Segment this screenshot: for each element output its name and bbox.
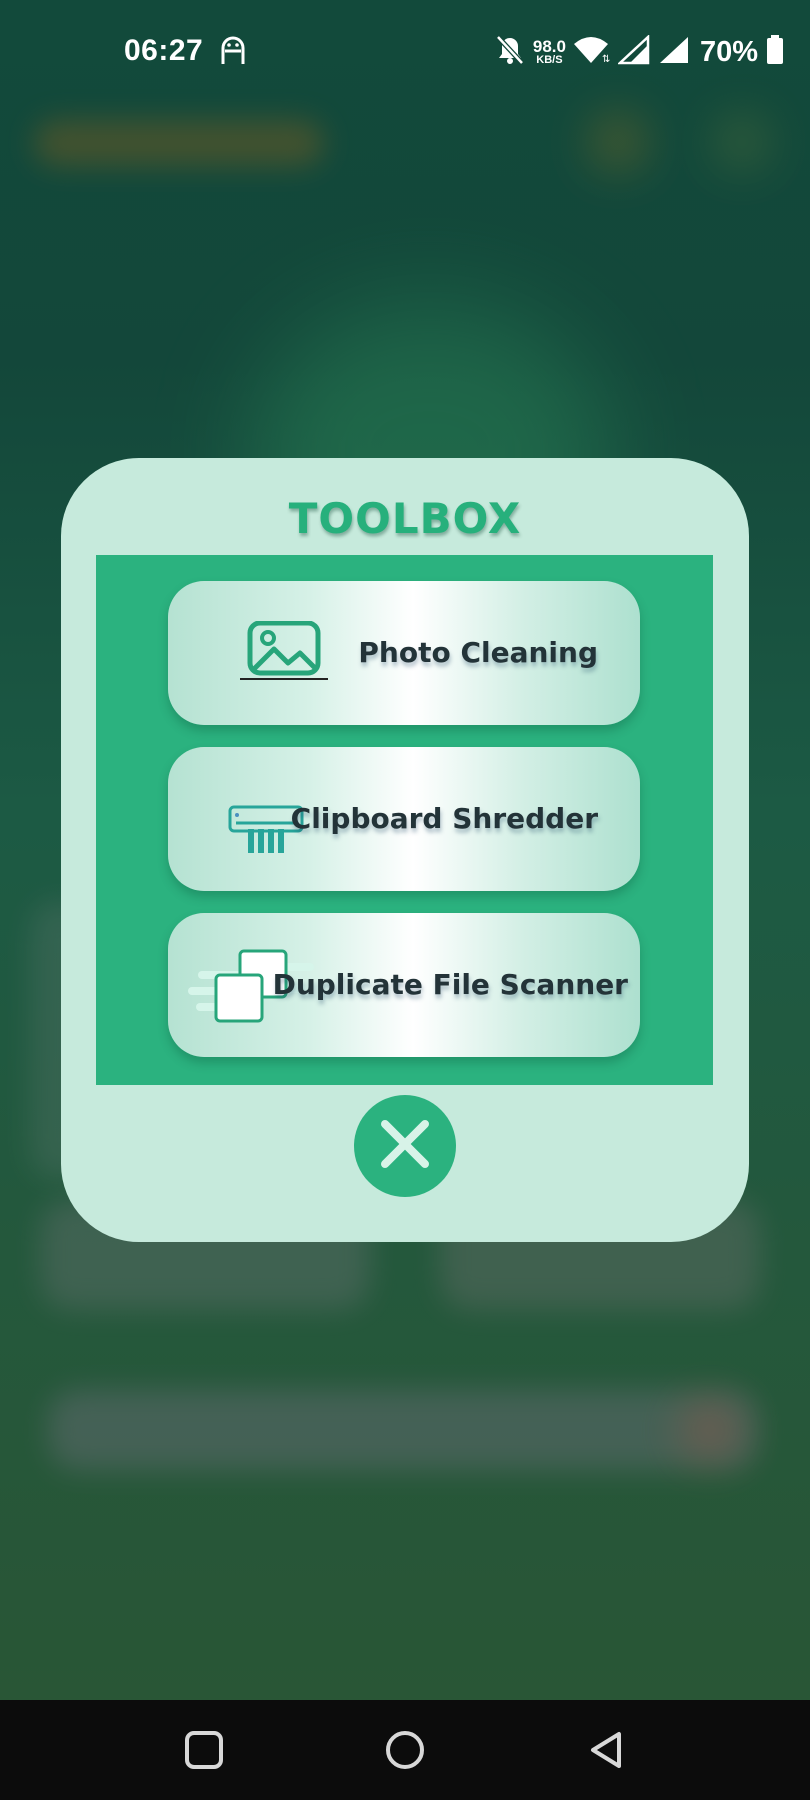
photo-cleaning-label: Photo Cleaning [358, 636, 598, 669]
bell-off-icon [495, 34, 525, 70]
clipboard-shredder-button[interactable]: Clipboard Shredder [168, 747, 640, 891]
navigation-bar [0, 1700, 810, 1800]
duplicate-file-scanner-label: Duplicate File Scanner [272, 968, 628, 1001]
battery-percent: 70% [699, 35, 758, 68]
home-circle-icon[interactable] [383, 1728, 427, 1772]
blurred-header-icon [712, 112, 772, 172]
photo-cleaning-button[interactable]: Photo Cleaning [168, 581, 640, 725]
ghost-icon [220, 36, 246, 66]
wifi-icon: ⇅ [573, 36, 610, 68]
toolbox-dialog: TOOLBOX Photo Cleaning Clipboard Shredde… [61, 458, 749, 1242]
close-icon [380, 1119, 430, 1173]
photo-icon [238, 620, 330, 687]
back-triangle-icon[interactable] [585, 1728, 629, 1772]
close-button[interactable] [354, 1095, 456, 1197]
blurred-bar [48, 1390, 758, 1470]
svg-text:⇅: ⇅ [602, 54, 610, 64]
status-time: 06:27 [124, 34, 204, 67]
blurred-header-icon [588, 112, 648, 172]
net-speed-value: 98.0 [532, 37, 566, 56]
net-speed-unit: KB/S [536, 54, 563, 66]
clipboard-shredder-label: Clipboard Shredder [290, 802, 598, 835]
status-icons: 98.0 KB/S ⇅ 70% [495, 32, 784, 72]
signal-icon [616, 34, 650, 69]
status-bar: 06:27 98.0 KB/S ⇅ 70% [0, 0, 810, 104]
blurred-header-title [34, 120, 324, 166]
signal-icon [658, 35, 690, 69]
toolbox-title: TOOLBOX [288, 494, 522, 543]
duplicate-file-scanner-button[interactable]: Duplicate File Scanner [168, 913, 640, 1057]
net-speed: 98.0 KB/S [533, 38, 566, 66]
toolbox-panel: Photo Cleaning Clipboard Shredder Duplic… [96, 555, 713, 1085]
blurred-dot [680, 1400, 740, 1460]
recents-square-icon[interactable] [182, 1728, 226, 1772]
battery-icon [766, 35, 784, 69]
